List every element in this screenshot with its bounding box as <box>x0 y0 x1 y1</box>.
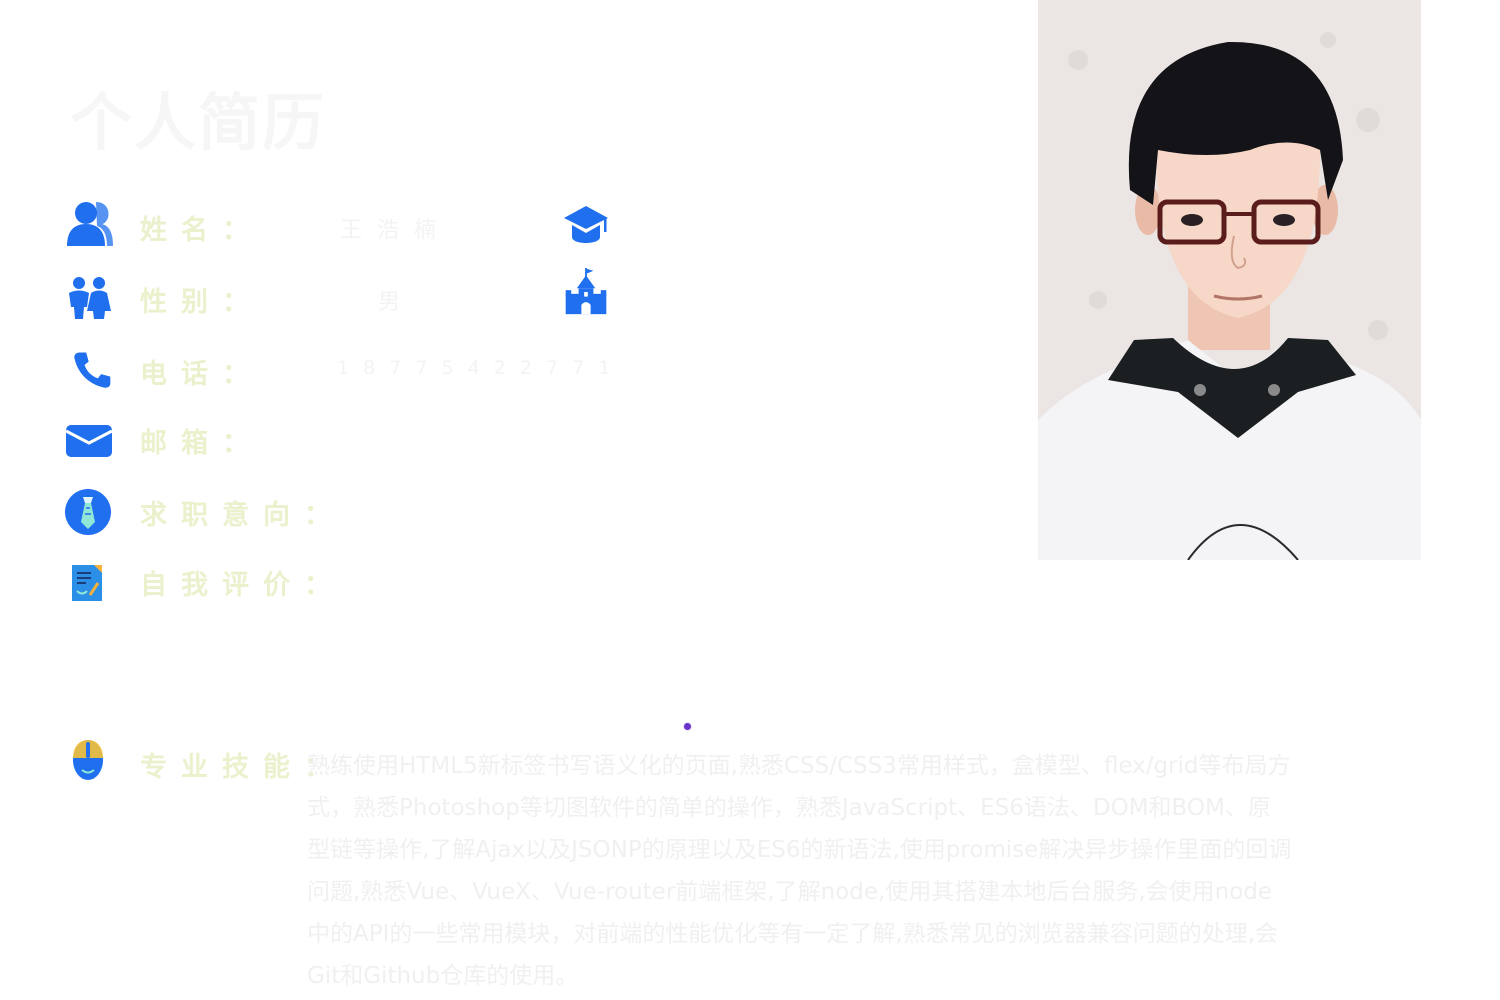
castle-icon <box>565 268 607 315</box>
phone-value: 1 8 7 7 5 4 2 2 7 7 1 <box>337 357 615 379</box>
profile-photo <box>1038 0 1421 560</box>
gender-label: 性别： <box>140 287 263 318</box>
job-intention-label: 求职意向： <box>140 500 345 531</box>
skills-description: 熟练使用HTML5新标签书写语义化的页面,熟悉CSS/CSS3常用样式，盒模型、… <box>307 753 1292 989</box>
carousel-dot[interactable] <box>683 722 692 731</box>
tie-icon <box>65 489 111 535</box>
email-label: 邮箱： <box>140 428 263 459</box>
people-icon <box>69 277 111 319</box>
page-title: 个人简历 <box>70 86 327 159</box>
gender-value: 男 <box>378 290 405 315</box>
graduation-cap-icon <box>564 206 608 243</box>
mouse-icon <box>73 740 103 780</box>
mail-icon <box>65 425 113 457</box>
name-value: 王 浩 楠 <box>340 218 440 243</box>
user-icon <box>67 202 113 246</box>
notepad-icon <box>72 565 102 601</box>
self-evaluation-label: 自我评价： <box>140 570 345 601</box>
name-label: 姓名： <box>140 215 263 246</box>
phone-label: 电话： <box>140 359 263 390</box>
phone-icon <box>74 352 111 388</box>
